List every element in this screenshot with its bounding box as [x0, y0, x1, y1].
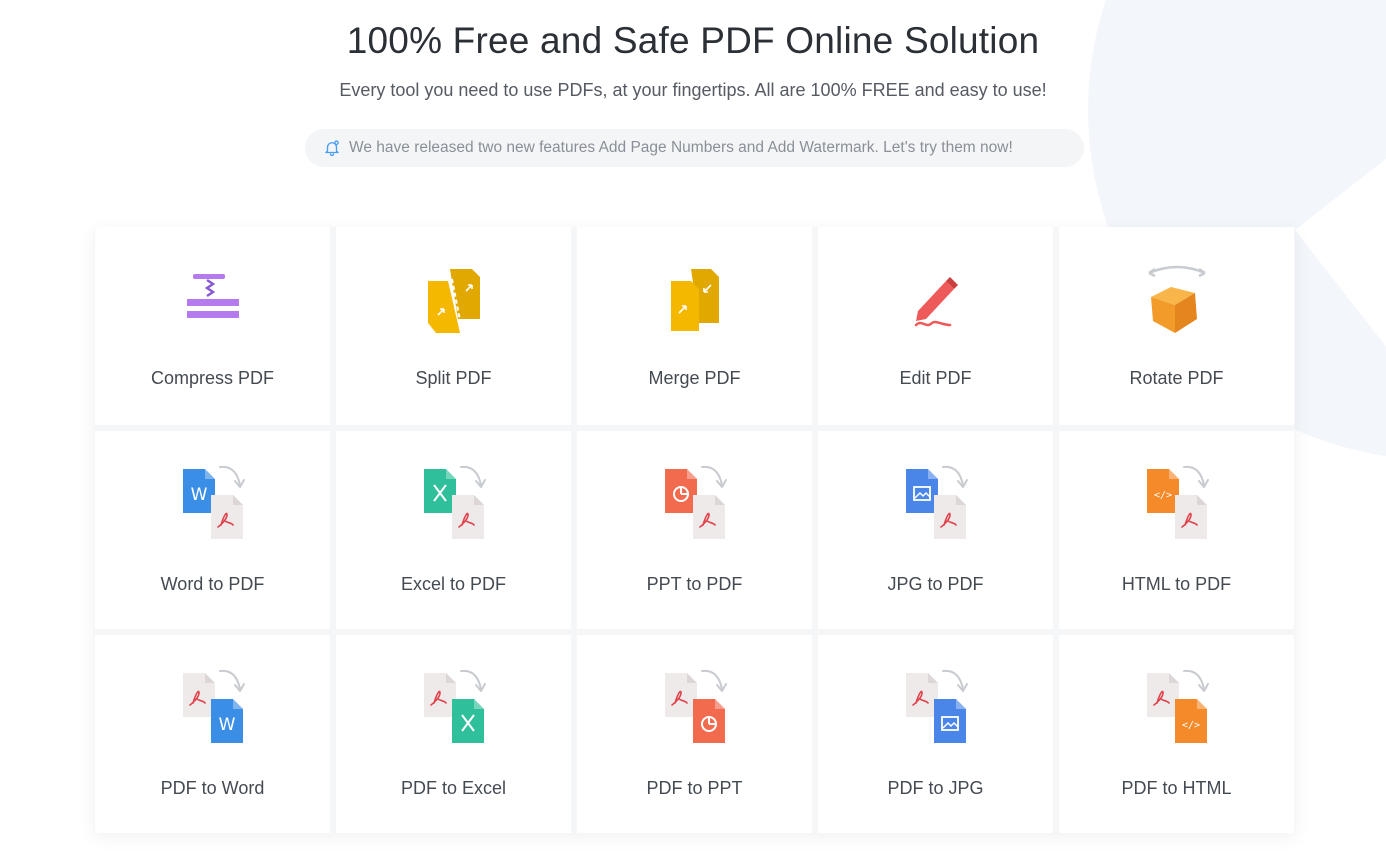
jpg-to-pdf-icon [818, 463, 1053, 543]
tool-card-label: HTML to PDF [1121, 574, 1232, 594]
tool-card-label: PDF to PPT [646, 778, 743, 798]
page-subtitle: Every tool you need to use PDFs, at your… [339, 80, 1047, 100]
tool-card-compress-pdf[interactable]: Compress PDF [95, 227, 330, 425]
tools-grid: Compress PDF Split PDF Merge PDF Edit PD… [94, 227, 1295, 833]
html-to-pdf-icon: </> [1059, 463, 1294, 543]
tool-card-pdf-to-ppt[interactable]: PDF to PPT [577, 635, 812, 833]
tool-card-merge-pdf[interactable]: Merge PDF [577, 227, 812, 425]
split-icon [336, 263, 571, 343]
edit-pencil-icon [818, 263, 1053, 343]
page-title: 100% Free and Safe PDF Online Solution [346, 20, 1040, 61]
svg-text:W: W [190, 485, 207, 505]
tool-card-label: Edit PDF [899, 368, 972, 388]
tool-card-label: PPT to PDF [646, 574, 743, 594]
tool-card-html-to-pdf[interactable]: </> HTML to PDF [1059, 431, 1294, 629]
tool-card-label: PDF to Excel [400, 778, 507, 798]
tool-card-label: Word to PDF [160, 574, 265, 594]
tool-card-label: Split PDF [415, 368, 492, 388]
tool-card-pdf-to-jpg[interactable]: PDF to JPG [818, 635, 1053, 833]
tool-card-pdf-to-word[interactable]: W PDF to Word [95, 635, 330, 833]
tool-card-label: PDF to JPG [887, 778, 984, 798]
pdf-to-word-icon: W [95, 667, 330, 747]
excel-to-pdf-icon [336, 463, 571, 543]
svg-text:</>: </> [1153, 490, 1171, 501]
tool-card-label: Compress PDF [150, 368, 275, 388]
ppt-to-pdf-icon [577, 463, 812, 543]
pdf-to-jpg-icon [818, 667, 1053, 747]
tool-card-ppt-to-pdf[interactable]: PPT to PDF [577, 431, 812, 629]
pdf-to-ppt-icon [577, 667, 812, 747]
rotate-cube-icon [1059, 263, 1294, 343]
tool-card-edit-pdf[interactable]: Edit PDF [818, 227, 1053, 425]
page: 100% Free and Safe PDF Online Solution E… [0, 0, 1386, 868]
tool-card-label: JPG to PDF [887, 574, 984, 594]
tool-card-pdf-to-html[interactable]: </> PDF to HTML [1059, 635, 1294, 833]
tool-card-excel-to-pdf[interactable]: Excel to PDF [336, 431, 571, 629]
svg-text:W: W [218, 715, 235, 735]
word-to-pdf-icon: W [95, 463, 330, 543]
tool-card-rotate-pdf[interactable]: Rotate PDF [1059, 227, 1294, 425]
tool-card-word-to-pdf[interactable]: W Word to PDF [95, 431, 330, 629]
announcement-banner[interactable]: We have released two new features Add Pa… [305, 129, 1084, 167]
merge-icon [577, 263, 812, 343]
bell-icon [323, 139, 341, 157]
tool-card-jpg-to-pdf[interactable]: JPG to PDF [818, 431, 1053, 629]
tool-card-label: Merge PDF [648, 368, 741, 388]
svg-text:</>: </> [1181, 720, 1199, 731]
pdf-to-html-icon: </> [1059, 667, 1294, 747]
tool-card-pdf-to-excel[interactable]: PDF to Excel [336, 635, 571, 833]
announcement-text: We have released two new features Add Pa… [349, 139, 1013, 156]
tool-card-split-pdf[interactable]: Split PDF [336, 227, 571, 425]
pdf-to-excel-icon [336, 667, 571, 747]
tool-card-label: Rotate PDF [1129, 368, 1224, 388]
tool-card-label: PDF to HTML [1121, 778, 1232, 798]
compress-icon [95, 263, 330, 343]
tool-card-label: Excel to PDF [400, 574, 507, 594]
tool-card-label: PDF to Word [160, 778, 265, 798]
